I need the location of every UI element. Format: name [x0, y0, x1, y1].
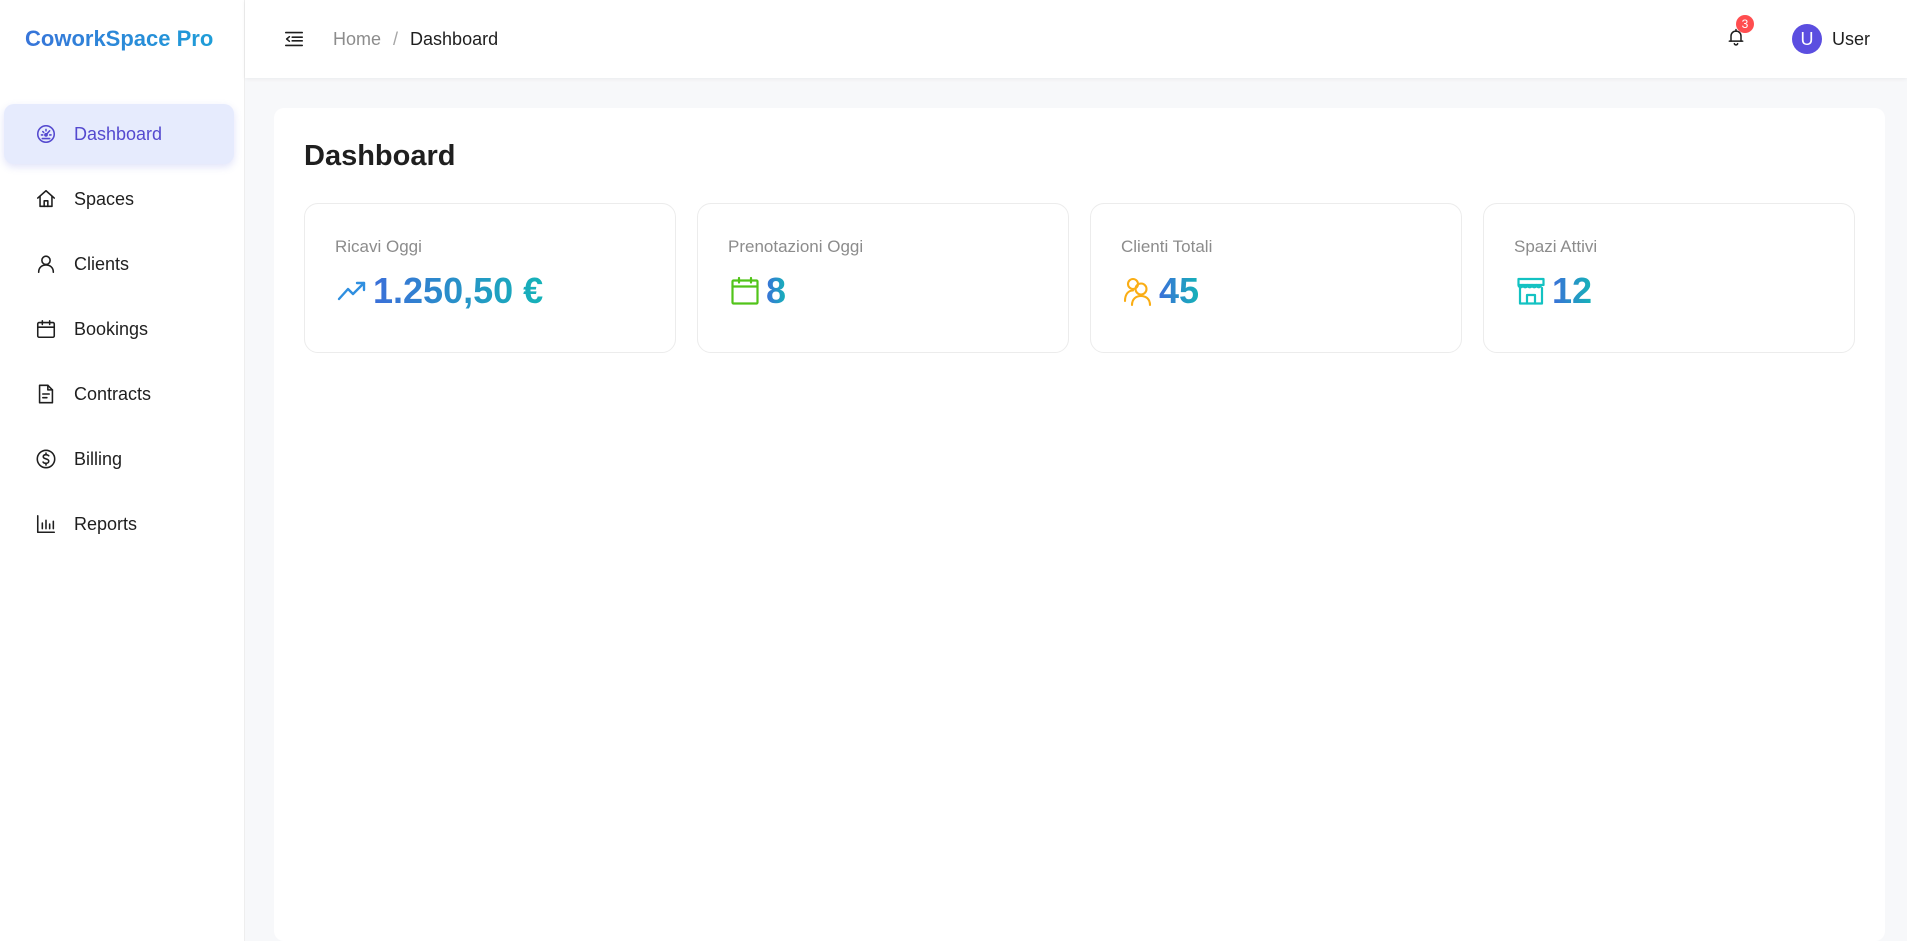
- stat-label: Prenotazioni Oggi: [728, 237, 864, 256]
- sidebar-item-label: Clients: [74, 253, 130, 274]
- brand-logo[interactable]: CoworkSpace Pro: [0, 0, 244, 78]
- document-icon: [34, 382, 58, 406]
- stat-card-active-spaces: Spazi Attivi 12: [1483, 203, 1855, 353]
- user-menu[interactable]: U User: [1791, 24, 1870, 54]
- sidebar-item-billing[interactable]: Billing: [4, 429, 234, 489]
- stat-label: Clienti Totali: [1121, 237, 1213, 256]
- sidebar-item-spaces[interactable]: Spaces: [4, 169, 234, 229]
- sidebar-item-label: Dashboard: [74, 123, 163, 144]
- dashboard-gauge-icon: [34, 122, 58, 146]
- stat-value: 12: [1552, 270, 1593, 311]
- notification-count-badge: 3: [1735, 15, 1754, 33]
- stats-row: Ricavi Oggi 1.250,50 € Prenotazioni Oggi…: [304, 203, 1855, 353]
- page-title: Dashboard: [304, 140, 456, 172]
- dollar-circle-icon: [34, 447, 58, 471]
- menu-fold-icon[interactable]: [283, 28, 305, 50]
- sidebar-item-reports[interactable]: Reports: [4, 494, 234, 554]
- sidebar-item-bookings[interactable]: Bookings: [4, 299, 234, 359]
- user-icon: [34, 252, 58, 276]
- stat-card-revenue: Ricavi Oggi 1.250,50 €: [304, 203, 676, 353]
- stat-card-bookings-today: Prenotazioni Oggi 8: [697, 203, 1069, 353]
- stat-value: 45: [1159, 270, 1200, 311]
- stat-value-row: 1.250,50 €: [335, 270, 645, 312]
- calendar-icon: [728, 274, 762, 308]
- breadcrumb-current: Dashboard: [410, 28, 499, 49]
- main-area: Home / Dashboard 3 U User Dashboard Rica…: [245, 0, 1907, 941]
- sidebar-item-label: Billing: [74, 448, 123, 469]
- sidebar-item-contracts[interactable]: Contracts: [4, 364, 234, 424]
- sidebar-item-label: Bookings: [74, 318, 149, 339]
- notifications-button[interactable]: 3: [1724, 15, 1754, 51]
- breadcrumb: Home / Dashboard: [333, 29, 498, 50]
- stat-label: Ricavi Oggi: [335, 237, 422, 256]
- sidebar-item-label: Spaces: [74, 188, 135, 209]
- sidebar-item-dashboard[interactable]: Dashboard: [4, 104, 234, 164]
- header-actions: 3 U User: [1724, 15, 1870, 54]
- breadcrumb-home-link[interactable]: Home: [333, 29, 381, 50]
- sidebar-item-clients[interactable]: Clients: [4, 234, 234, 294]
- user-name: User: [1831, 28, 1870, 49]
- stat-label: Spazi Attivi: [1514, 237, 1598, 256]
- calendar-icon: [34, 317, 58, 341]
- stat-value-row: 8: [728, 270, 1038, 312]
- breadcrumb-separator: /: [393, 28, 399, 49]
- stat-value: 8: [766, 270, 787, 311]
- stat-value: 1.250,50 €: [373, 270, 544, 311]
- shop-icon: [1514, 274, 1548, 308]
- sidebar: CoworkSpace Pro Dashboard Spaces Clients…: [0, 0, 245, 941]
- home-icon: [34, 187, 58, 211]
- top-header: Home / Dashboard 3 U User: [245, 0, 1907, 78]
- sidebar-item-label: Reports: [74, 513, 138, 534]
- avatar: U: [1791, 24, 1822, 54]
- sidebar-item-label: Contracts: [74, 383, 152, 404]
- dashboard-panel: Dashboard Ricavi Oggi 1.250,50 € Prenota…: [274, 108, 1885, 941]
- stat-card-total-clients: Clienti Totali 45: [1090, 203, 1462, 353]
- bar-chart-icon: [34, 512, 58, 536]
- users-icon: [1121, 274, 1155, 308]
- sidebar-nav: Dashboard Spaces Clients Bookings Contra…: [0, 78, 244, 554]
- trending-up-icon: [335, 274, 369, 308]
- stat-value-row: 12: [1514, 270, 1824, 312]
- content-area: Dashboard Ricavi Oggi 1.250,50 € Prenota…: [245, 78, 1907, 941]
- stat-value-row: 45: [1121, 270, 1431, 312]
- app-root: CoworkSpace Pro Dashboard Spaces Clients…: [0, 0, 1907, 941]
